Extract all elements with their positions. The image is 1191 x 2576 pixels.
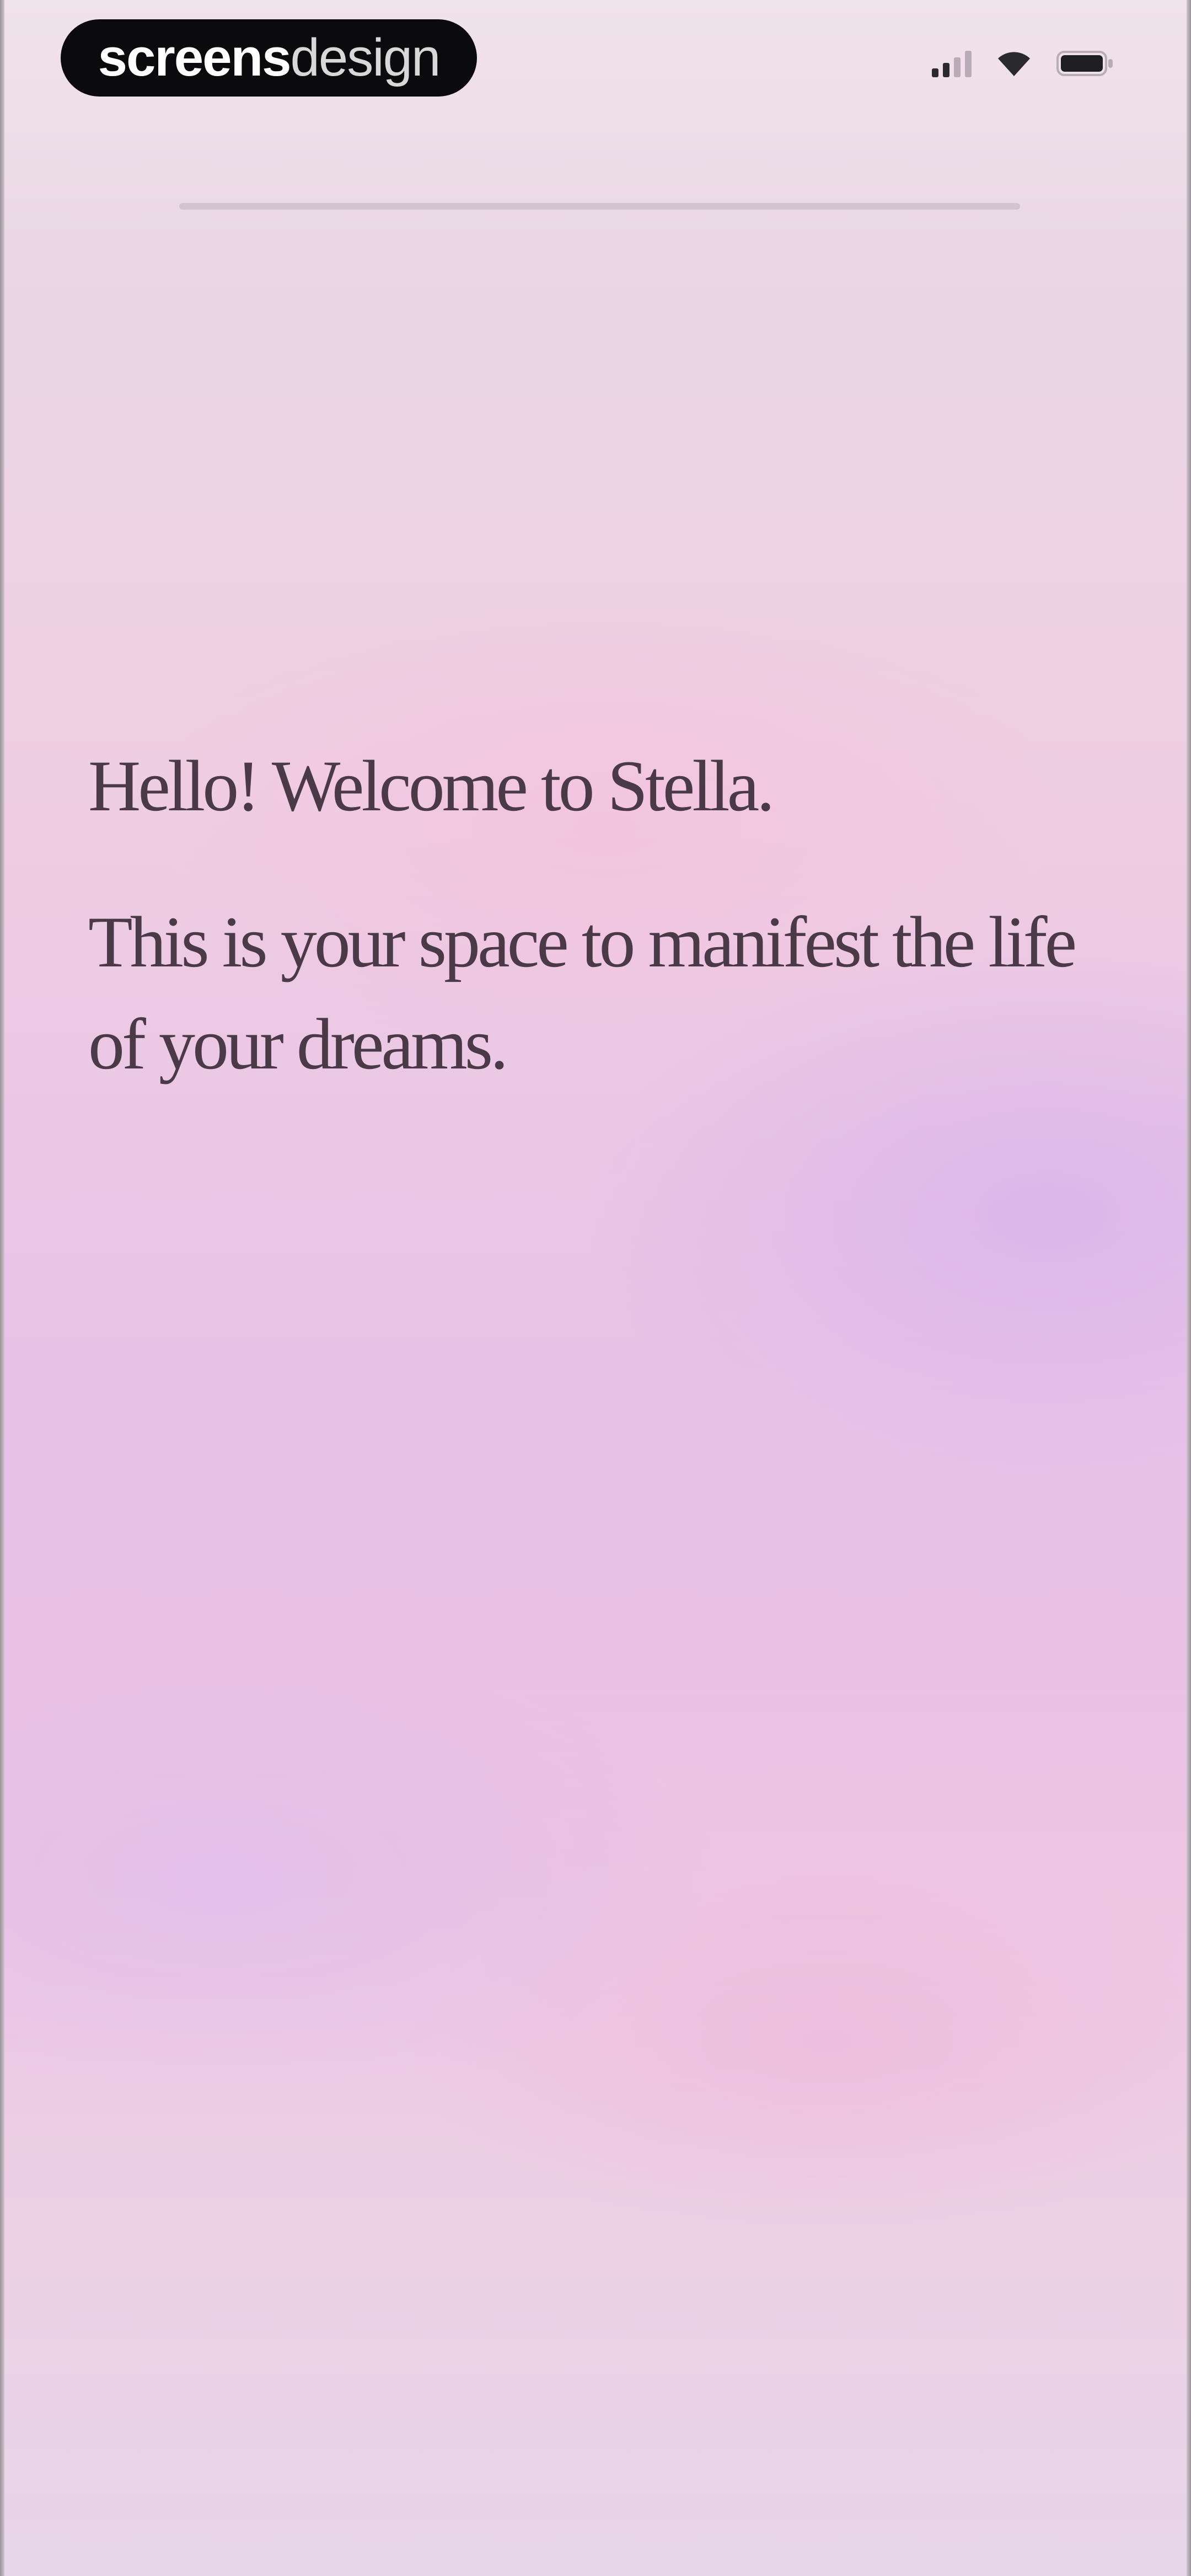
screensdesign-watermark: screens design [61, 19, 477, 97]
welcome-intro: This is your space to manifest the life … [88, 901, 1077, 1084]
welcome-greeting: Hello! Welcome to Stella. [88, 745, 775, 826]
sheet-grabber[interactable] [179, 203, 1020, 210]
watermark-bold-text: screens [98, 28, 292, 87]
welcome-content: Hello! Welcome to Stella. This is your s… [88, 739, 1103, 1095]
device-frame-right [1187, 0, 1191, 2576]
wifi-icon [996, 50, 1032, 77]
status-bar: screens design [0, 17, 1191, 99]
device-frame-left [0, 0, 4, 2576]
signal-icon [932, 50, 972, 77]
status-icons [932, 47, 1114, 80]
battery-icon [1056, 50, 1114, 77]
watermark-light-text: design [290, 28, 441, 87]
